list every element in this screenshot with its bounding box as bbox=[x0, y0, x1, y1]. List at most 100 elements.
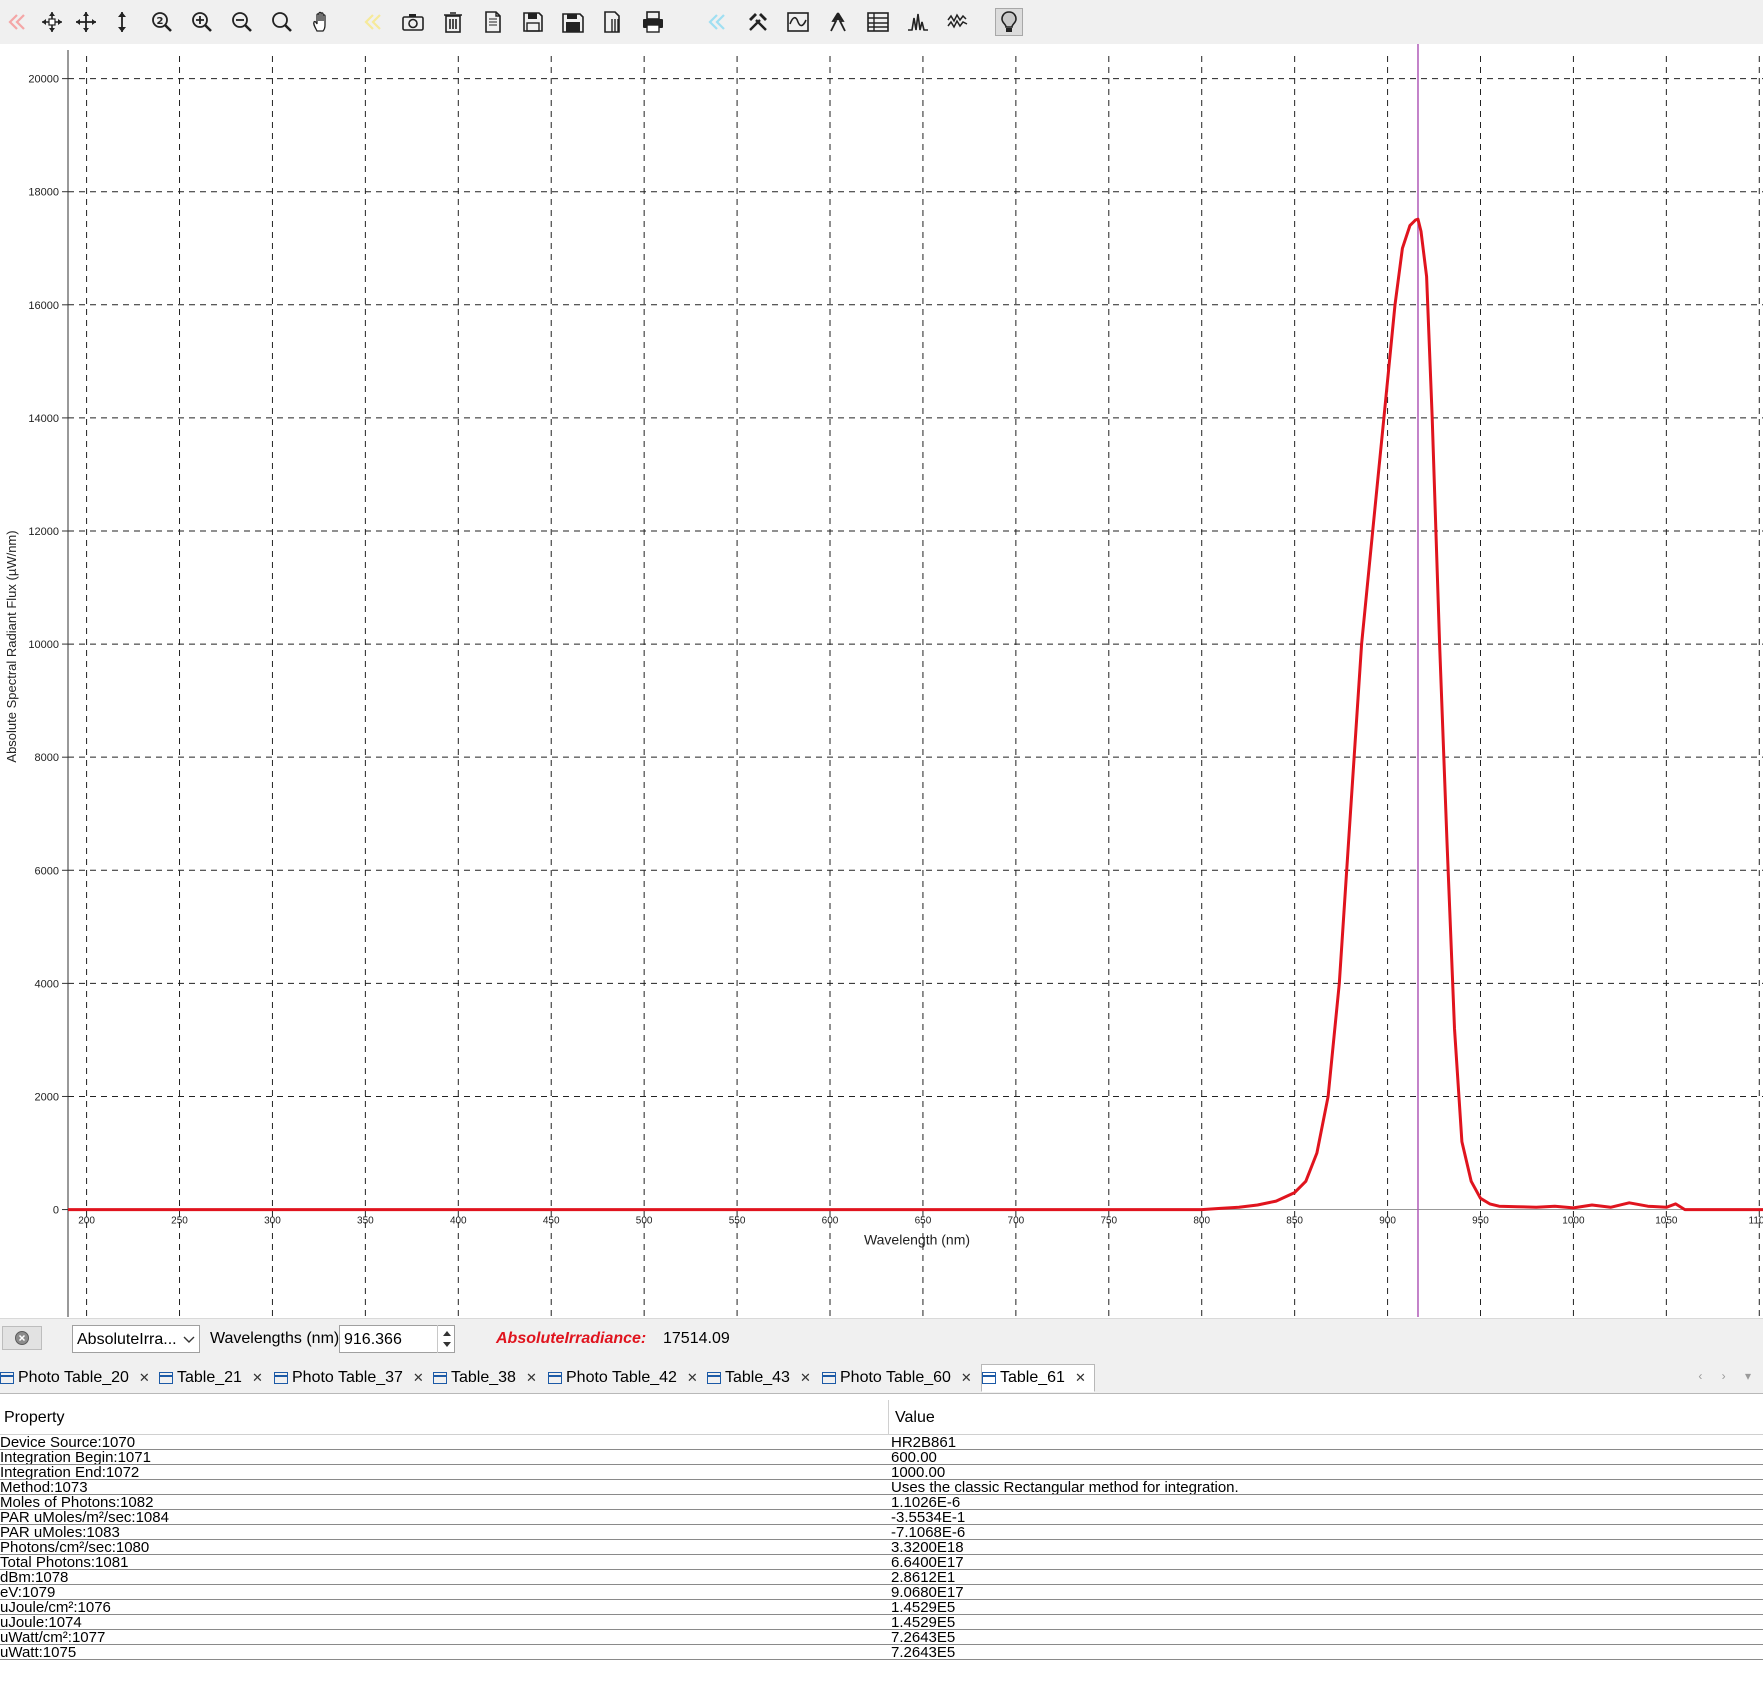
tab-close-icon[interactable]: ✕ bbox=[252, 1370, 263, 1386]
peak-marker-button[interactable] bbox=[824, 8, 852, 36]
tab-close-icon[interactable]: ✕ bbox=[413, 1370, 424, 1386]
table-row[interactable]: PAR uMoles/m²/sec:1084 -3.5534E-1 bbox=[0, 1510, 1763, 1525]
print-button[interactable] bbox=[639, 8, 667, 36]
table-row[interactable]: Photons/cm²/sec:1080 3.3200E18 bbox=[0, 1540, 1763, 1555]
spectrum-button[interactable] bbox=[904, 8, 932, 36]
tab-photo-table-60[interactable]: Photo Table_60 ✕ bbox=[822, 1364, 980, 1392]
chart-window-button[interactable] bbox=[784, 8, 812, 36]
zoom-auto-icon: 2 bbox=[152, 12, 172, 32]
column-header-value[interactable]: Value bbox=[895, 1409, 935, 1427]
zoom-auto-button[interactable]: 2 bbox=[148, 8, 176, 36]
value-cell: -3.5534E-1 bbox=[891, 1510, 966, 1525]
x-tick-label: 400 bbox=[450, 1216, 467, 1227]
table-button[interactable] bbox=[864, 8, 892, 36]
tab-close-icon[interactable]: ✕ bbox=[139, 1370, 150, 1386]
x-tick-label: 700 bbox=[1008, 1216, 1025, 1227]
property-cell: Photons/cm²/sec:1080 bbox=[0, 1540, 150, 1555]
hand-button[interactable] bbox=[308, 8, 336, 36]
pan-cross-button[interactable] bbox=[72, 8, 100, 36]
chart-area[interactable]: 0 2000 4000 6000 8000 10000 12000 14000 16000 180… bbox=[0, 44, 1763, 1318]
tab-close-icon[interactable]: ✕ bbox=[800, 1370, 811, 1386]
tab-close-icon[interactable]: ✕ bbox=[687, 1370, 698, 1386]
table-row[interactable]: Moles of Photons:1082 1.1026E-6 bbox=[0, 1495, 1763, 1510]
column-divider[interactable] bbox=[888, 1400, 889, 1434]
tab-table-43[interactable]: Table_43 ✕ bbox=[707, 1364, 821, 1392]
tab-close-icon[interactable]: ✕ bbox=[1075, 1370, 1086, 1386]
table-row[interactable]: Integration Begin:1071 600.00 bbox=[0, 1450, 1763, 1465]
camera-button[interactable] bbox=[399, 8, 427, 36]
table-icon bbox=[822, 1372, 836, 1384]
table-row[interactable]: Total Photons:1081 6.6400E17 bbox=[0, 1555, 1763, 1570]
value-cell: 6.6400E17 bbox=[891, 1555, 964, 1570]
move-cursor-button[interactable] bbox=[38, 8, 66, 36]
tools-button[interactable] bbox=[744, 8, 772, 36]
table-row[interactable]: Device Source:1070 HR2B861 bbox=[0, 1435, 1763, 1450]
property-cell: PAR uMoles/m²/sec:1084 bbox=[0, 1510, 169, 1525]
spectrum-chart[interactable]: 0 2000 4000 6000 8000 10000 12000 14000 16000 180… bbox=[0, 44, 1763, 1318]
property-cell: Method:1073 bbox=[0, 1480, 88, 1495]
property-cell: Device Source:1070 bbox=[0, 1435, 136, 1450]
print-icon bbox=[643, 11, 663, 33]
table-row[interactable]: uWatt/cm²:1077 7.2643E5 bbox=[0, 1630, 1763, 1645]
table-row[interactable]: eV:1079 9.0680E17 bbox=[0, 1585, 1763, 1600]
wavelength-spinner[interactable] bbox=[437, 1325, 455, 1353]
tab-table-61[interactable]: Table_61 ✕ bbox=[981, 1364, 1095, 1392]
y-tick-label: 16000 bbox=[28, 300, 59, 312]
tab-label: Table_21 bbox=[177, 1369, 242, 1386]
tab-close-icon[interactable]: ✕ bbox=[526, 1370, 537, 1386]
toolbar: 2 bbox=[0, 0, 1763, 45]
table-row[interactable]: uJoule/cm²:1076 1.4529E5 bbox=[0, 1600, 1763, 1615]
forward-arrows-button[interactable] bbox=[704, 8, 732, 36]
tab-photo-table-37[interactable]: Photo Table_37 ✕ bbox=[274, 1364, 432, 1392]
value-cell: HR2B861 bbox=[891, 1435, 957, 1450]
table-row[interactable]: uWatt:1075 7.2643E5 bbox=[0, 1645, 1763, 1660]
zoom-in-button[interactable] bbox=[188, 8, 216, 36]
document-button[interactable] bbox=[479, 8, 507, 36]
vertical-resize-button[interactable] bbox=[108, 8, 136, 36]
spectrum-series-line bbox=[68, 217, 1763, 1212]
tab-table-38[interactable]: Table_38 ✕ bbox=[433, 1364, 547, 1392]
tab-label: Photo Table_20 bbox=[18, 1369, 129, 1386]
table-icon bbox=[159, 1372, 173, 1384]
table-row[interactable]: uJoule:1074 1.4529E5 bbox=[0, 1615, 1763, 1630]
tab-table-21[interactable]: Table_21 ✕ bbox=[159, 1364, 273, 1392]
x-tick-label: 550 bbox=[729, 1216, 746, 1227]
column-header-property[interactable]: Property bbox=[4, 1409, 64, 1427]
close-chart-button[interactable] bbox=[2, 1326, 42, 1350]
y-tick-label: 20000 bbox=[28, 74, 59, 86]
series-select[interactable]: AbsoluteIrra... bbox=[72, 1325, 200, 1353]
zoom-button[interactable] bbox=[268, 8, 296, 36]
tab-scroll-icon[interactable]: ‹ › ▾ bbox=[1698, 1369, 1759, 1383]
y-tick-label: 0 bbox=[53, 1205, 59, 1217]
value-cell: 1.1026E-6 bbox=[891, 1495, 961, 1510]
table-row[interactable]: PAR uMoles:1083 -7.1068E-6 bbox=[0, 1525, 1763, 1540]
property-table: Property Value Device Source:1070 HR2B861… bbox=[0, 1400, 1763, 1686]
x-tick-label: 450 bbox=[543, 1216, 560, 1227]
move-cursor-icon bbox=[42, 12, 62, 32]
tab-close-icon[interactable]: ✕ bbox=[961, 1370, 972, 1386]
tab-label: Table_61 bbox=[1000, 1369, 1065, 1386]
highlight-arrows-icon bbox=[364, 14, 381, 30]
zoom-out-button[interactable] bbox=[228, 8, 256, 36]
save-all-button[interactable] bbox=[559, 8, 587, 36]
back-arrows-button[interactable] bbox=[4, 8, 32, 36]
table-row[interactable]: Method:1073 Uses the classic Rectangular … bbox=[0, 1480, 1763, 1495]
trash-button[interactable] bbox=[439, 8, 467, 36]
save-button[interactable] bbox=[519, 8, 547, 36]
bulb-button[interactable] bbox=[995, 8, 1023, 36]
tab-photo-table-20[interactable]: Photo Table_20 ✕ bbox=[0, 1364, 158, 1392]
waveform-button[interactable] bbox=[944, 8, 972, 36]
export-button[interactable] bbox=[599, 8, 627, 36]
svg-text:2: 2 bbox=[157, 16, 164, 27]
table-row[interactable]: Integration End:1072 1000.00 bbox=[0, 1465, 1763, 1480]
zoom-icon bbox=[272, 12, 292, 32]
x-tick-label: 750 bbox=[1100, 1216, 1117, 1227]
tab-label: Table_38 bbox=[451, 1369, 516, 1386]
tab-photo-table-42[interactable]: Photo Table_42 ✕ bbox=[548, 1364, 706, 1392]
value-cell: -7.1068E-6 bbox=[891, 1525, 966, 1540]
highlight-arrows-button[interactable] bbox=[360, 8, 388, 36]
table-icon bbox=[867, 12, 889, 32]
table-row[interactable]: dBm:1078 2.8612E1 bbox=[0, 1570, 1763, 1585]
chart-window-icon bbox=[787, 12, 809, 32]
table-icon bbox=[982, 1372, 996, 1384]
